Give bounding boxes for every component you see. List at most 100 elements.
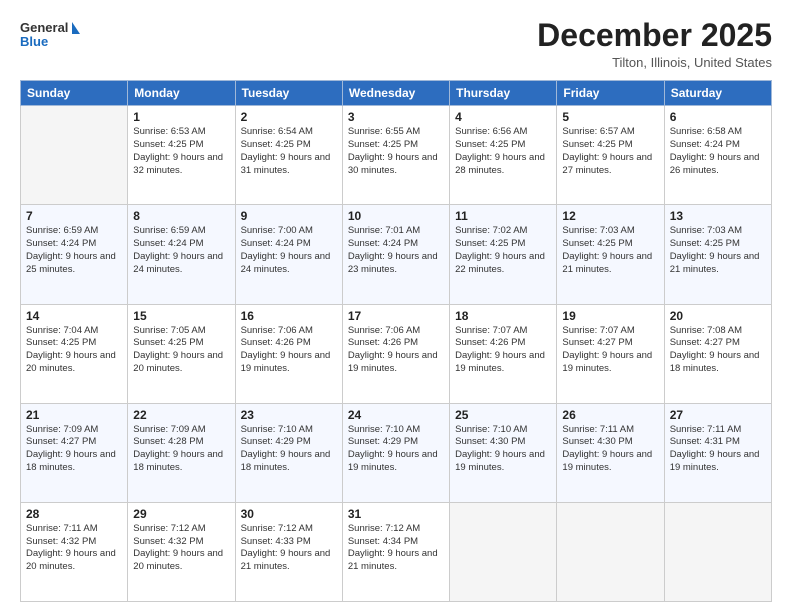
day-info: Sunrise: 7:06 AMSunset: 4:26 PMDaylight:… xyxy=(348,325,444,376)
calendar-cell: 6 Sunrise: 6:58 AMSunset: 4:24 PMDaylight… xyxy=(664,106,771,205)
logo-svg: GeneralBlue xyxy=(20,18,80,50)
day-number: 8 xyxy=(133,209,229,223)
day-info: Sunrise: 7:10 AMSunset: 4:30 PMDaylight:… xyxy=(455,424,551,475)
day-number: 10 xyxy=(348,209,444,223)
logo: GeneralBlue xyxy=(20,18,80,50)
day-info: Sunrise: 7:10 AMSunset: 4:29 PMDaylight:… xyxy=(241,424,337,475)
calendar-cell: 22 Sunrise: 7:09 AMSunset: 4:28 PMDayligh… xyxy=(128,403,235,502)
day-number: 23 xyxy=(241,408,337,422)
weekday-header-saturday: Saturday xyxy=(664,81,771,106)
calendar-table: SundayMondayTuesdayWednesdayThursdayFrid… xyxy=(20,80,772,602)
calendar-cell: 19 Sunrise: 7:07 AMSunset: 4:27 PMDayligh… xyxy=(557,304,664,403)
calendar-cell: 23 Sunrise: 7:10 AMSunset: 4:29 PMDayligh… xyxy=(235,403,342,502)
day-info: Sunrise: 7:12 AMSunset: 4:32 PMDaylight:… xyxy=(133,523,229,574)
day-info: Sunrise: 6:59 AMSunset: 4:24 PMDaylight:… xyxy=(26,225,122,276)
day-info: Sunrise: 7:07 AMSunset: 4:27 PMDaylight:… xyxy=(562,325,658,376)
day-number: 18 xyxy=(455,309,551,323)
day-info: Sunrise: 7:12 AMSunset: 4:33 PMDaylight:… xyxy=(241,523,337,574)
calendar-cell: 15 Sunrise: 7:05 AMSunset: 4:25 PMDayligh… xyxy=(128,304,235,403)
location: Tilton, Illinois, United States xyxy=(537,55,772,70)
day-info: Sunrise: 7:11 AMSunset: 4:31 PMDaylight:… xyxy=(670,424,766,475)
day-info: Sunrise: 6:58 AMSunset: 4:24 PMDaylight:… xyxy=(670,126,766,177)
day-number: 31 xyxy=(348,507,444,521)
day-info: Sunrise: 6:54 AMSunset: 4:25 PMDaylight:… xyxy=(241,126,337,177)
title-block: December 2025 Tilton, Illinois, United S… xyxy=(537,18,772,70)
day-number: 27 xyxy=(670,408,766,422)
day-number: 26 xyxy=(562,408,658,422)
page: GeneralBlue December 2025 Tilton, Illino… xyxy=(0,0,792,612)
day-info: Sunrise: 7:08 AMSunset: 4:27 PMDaylight:… xyxy=(670,325,766,376)
weekday-header-sunday: Sunday xyxy=(21,81,128,106)
day-info: Sunrise: 7:04 AMSunset: 4:25 PMDaylight:… xyxy=(26,325,122,376)
calendar-cell: 16 Sunrise: 7:06 AMSunset: 4:26 PMDayligh… xyxy=(235,304,342,403)
day-info: Sunrise: 7:09 AMSunset: 4:28 PMDaylight:… xyxy=(133,424,229,475)
calendar-cell: 20 Sunrise: 7:08 AMSunset: 4:27 PMDayligh… xyxy=(664,304,771,403)
day-number: 14 xyxy=(26,309,122,323)
calendar-cell: 28 Sunrise: 7:11 AMSunset: 4:32 PMDayligh… xyxy=(21,502,128,601)
calendar-cell: 9Sunrise: 7:00 AMSunset: 4:24 PMDaylight… xyxy=(235,205,342,304)
day-info: Sunrise: 7:03 AMSunset: 4:25 PMDaylight:… xyxy=(562,225,658,276)
calendar-cell: 26 Sunrise: 7:11 AMSunset: 4:30 PMDayligh… xyxy=(557,403,664,502)
day-number: 4 xyxy=(455,110,551,124)
day-info: Sunrise: 7:02 AMSunset: 4:25 PMDaylight:… xyxy=(455,225,551,276)
calendar-cell: 2 Sunrise: 6:54 AMSunset: 4:25 PMDaylight… xyxy=(235,106,342,205)
day-number: 1 xyxy=(133,110,229,124)
day-info: Sunrise: 7:05 AMSunset: 4:25 PMDaylight:… xyxy=(133,325,229,376)
day-info: Sunrise: 7:06 AMSunset: 4:26 PMDaylight:… xyxy=(241,325,337,376)
calendar-cell: 1Sunrise: 6:53 AMSunset: 4:25 PMDaylight… xyxy=(128,106,235,205)
day-number: 24 xyxy=(348,408,444,422)
day-number: 7 xyxy=(26,209,122,223)
calendar-cell: 8 Sunrise: 6:59 AMSunset: 4:24 PMDaylight… xyxy=(128,205,235,304)
weekday-header-wednesday: Wednesday xyxy=(342,81,449,106)
day-number: 3 xyxy=(348,110,444,124)
svg-text:Blue: Blue xyxy=(20,34,48,49)
day-number: 16 xyxy=(241,309,337,323)
calendar-cell: 12 Sunrise: 7:03 AMSunset: 4:25 PMDayligh… xyxy=(557,205,664,304)
calendar-cell: 4 Sunrise: 6:56 AMSunset: 4:25 PMDaylight… xyxy=(450,106,557,205)
calendar-cell: 13Sunrise: 7:03 AMSunset: 4:25 PMDayligh… xyxy=(664,205,771,304)
day-number: 28 xyxy=(26,507,122,521)
weekday-header-monday: Monday xyxy=(128,81,235,106)
day-number: 19 xyxy=(562,309,658,323)
svg-text:General: General xyxy=(20,20,68,35)
day-info: Sunrise: 6:55 AMSunset: 4:25 PMDaylight:… xyxy=(348,126,444,177)
calendar-cell: 21Sunrise: 7:09 AMSunset: 4:27 PMDayligh… xyxy=(21,403,128,502)
day-info: Sunrise: 7:12 AMSunset: 4:34 PMDaylight:… xyxy=(348,523,444,574)
day-info: Sunrise: 7:07 AMSunset: 4:26 PMDaylight:… xyxy=(455,325,551,376)
day-number: 12 xyxy=(562,209,658,223)
calendar-cell: 5 Sunrise: 6:57 AMSunset: 4:25 PMDaylight… xyxy=(557,106,664,205)
day-number: 22 xyxy=(133,408,229,422)
calendar-cell: 7 Sunrise: 6:59 AMSunset: 4:24 PMDaylight… xyxy=(21,205,128,304)
weekday-header-tuesday: Tuesday xyxy=(235,81,342,106)
day-info: Sunrise: 7:00 AMSunset: 4:24 PMDaylight:… xyxy=(241,225,337,276)
day-info: Sunrise: 7:10 AMSunset: 4:29 PMDaylight:… xyxy=(348,424,444,475)
day-number: 25 xyxy=(455,408,551,422)
day-info: Sunrise: 6:59 AMSunset: 4:24 PMDaylight:… xyxy=(133,225,229,276)
day-number: 5 xyxy=(562,110,658,124)
day-number: 13 xyxy=(670,209,766,223)
weekday-header-thursday: Thursday xyxy=(450,81,557,106)
day-number: 30 xyxy=(241,507,337,521)
day-info: Sunrise: 7:11 AMSunset: 4:30 PMDaylight:… xyxy=(562,424,658,475)
day-number: 2 xyxy=(241,110,337,124)
calendar-cell: 10Sunrise: 7:01 AMSunset: 4:24 PMDayligh… xyxy=(342,205,449,304)
day-number: 17 xyxy=(348,309,444,323)
day-info: Sunrise: 6:56 AMSunset: 4:25 PMDaylight:… xyxy=(455,126,551,177)
calendar-cell: 14 Sunrise: 7:04 AMSunset: 4:25 PMDayligh… xyxy=(21,304,128,403)
calendar-cell: 27 Sunrise: 7:11 AMSunset: 4:31 PMDayligh… xyxy=(664,403,771,502)
calendar-cell: 3 Sunrise: 6:55 AMSunset: 4:25 PMDaylight… xyxy=(342,106,449,205)
calendar-cell xyxy=(557,502,664,601)
calendar-cell: 17 Sunrise: 7:06 AMSunset: 4:26 PMDayligh… xyxy=(342,304,449,403)
day-number: 29 xyxy=(133,507,229,521)
day-number: 20 xyxy=(670,309,766,323)
day-info: Sunrise: 6:57 AMSunset: 4:25 PMDaylight:… xyxy=(562,126,658,177)
header: GeneralBlue December 2025 Tilton, Illino… xyxy=(20,18,772,70)
calendar-cell xyxy=(664,502,771,601)
day-number: 6 xyxy=(670,110,766,124)
calendar-cell: 29 Sunrise: 7:12 AMSunset: 4:32 PMDayligh… xyxy=(128,502,235,601)
day-number: 15 xyxy=(133,309,229,323)
calendar-cell: 24 Sunrise: 7:10 AMSunset: 4:29 PMDayligh… xyxy=(342,403,449,502)
day-number: 21 xyxy=(26,408,122,422)
calendar-cell: 18 Sunrise: 7:07 AMSunset: 4:26 PMDayligh… xyxy=(450,304,557,403)
day-info: Sunrise: 7:11 AMSunset: 4:32 PMDaylight:… xyxy=(26,523,122,574)
